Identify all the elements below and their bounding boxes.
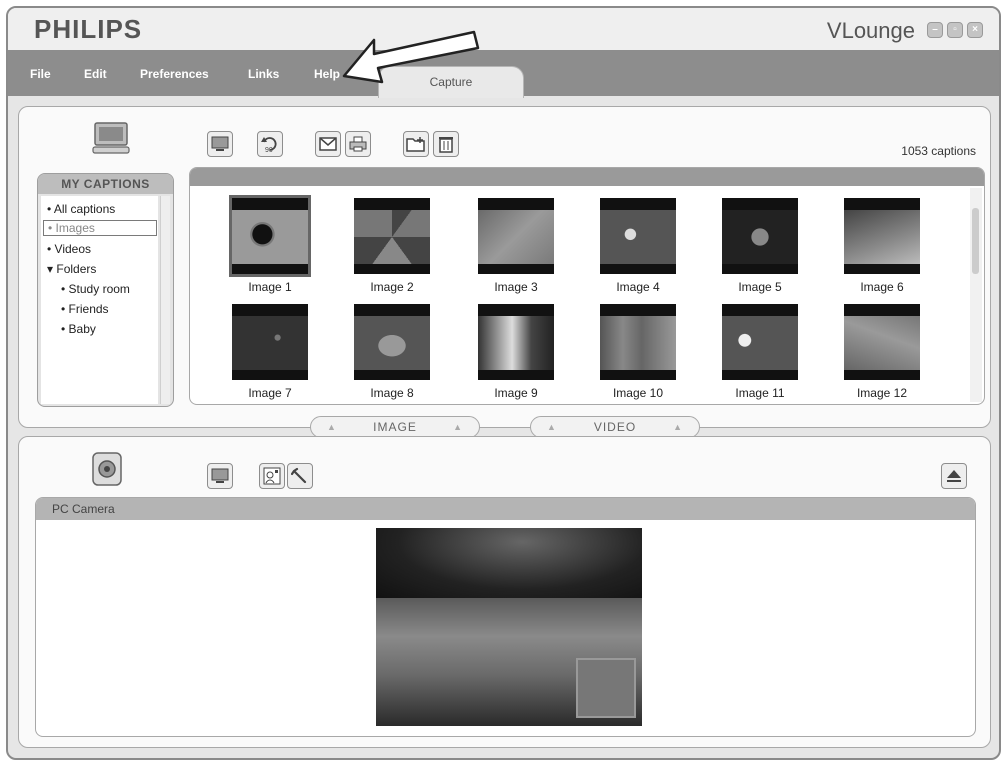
sidebar-item-study-room[interactable]: • Study room (61, 282, 130, 296)
thumbnail-caption: Image 6 (860, 280, 904, 294)
webcam-icon (92, 452, 122, 486)
delete-icon[interactable] (433, 131, 459, 157)
sidebar-item-videos[interactable]: • Videos (47, 242, 91, 256)
image-gallery: Image 1 Image 2 Image 3 Image 4 Image 5 … (189, 167, 985, 405)
thumbnail-caption: Image 7 (248, 386, 292, 400)
sidebar-item-baby[interactable]: • Baby (61, 322, 96, 336)
thumbnail-image-7[interactable] (232, 304, 308, 380)
email-icon[interactable] (315, 131, 341, 157)
thumbnail-caption: Image 10 (612, 386, 664, 400)
thumbnail-caption: Image 12 (856, 386, 908, 400)
thumbnail-image-3[interactable] (478, 198, 554, 274)
my-captions-sidebar: MY CAPTIONS • All captions • Images • Vi… (37, 173, 174, 407)
thumbnail-image-12[interactable] (844, 304, 920, 380)
thumbnail-caption: Image 2 (370, 280, 414, 294)
sidebar-item-images[interactable]: • Images (43, 220, 157, 236)
thumbnail-image-8[interactable] (354, 304, 430, 380)
camera-view-area: PC Camera (35, 497, 976, 737)
thumbnail-caption: Image 11 (735, 386, 785, 400)
thumbnail-caption: Image 1 (248, 280, 292, 294)
rotate-90-icon[interactable]: 90 (257, 131, 283, 157)
camera-title: PC Camera (36, 498, 975, 520)
eject-icon[interactable] (941, 463, 967, 489)
vlounge-window: PHILIPS VLounge – ▫ × File Edit Preferen… (6, 6, 1001, 760)
brand-logo: PHILIPS (34, 14, 143, 44)
title-bar: PHILIPS VLounge – ▫ × (8, 8, 999, 50)
menu-links[interactable]: Links (248, 67, 279, 81)
thumbnail-image-5[interactable] (722, 198, 798, 274)
app-title: VLounge (826, 18, 915, 43)
sidebar-title: MY CAPTIONS (38, 174, 173, 194)
camera-preview (376, 528, 642, 726)
thumbnail-image-11[interactable] (722, 304, 798, 380)
thumbnail-image-1[interactable] (229, 195, 311, 277)
captions-panel: 90 1053 captions MY CAPTIONS • All capti… (18, 106, 991, 428)
menu-help[interactable]: Help (314, 67, 340, 81)
tab-video-mode[interactable]: ▲ VIDEO ▲ (530, 416, 700, 438)
gallery-scroll-thumb[interactable] (972, 208, 979, 274)
captions-count: 1053 captions (901, 144, 976, 158)
thumbnail-caption: Image 9 (494, 386, 538, 400)
thumbnail-image-4[interactable] (600, 198, 676, 274)
thumbnail-caption: Image 8 (370, 386, 414, 400)
tab-image-mode[interactable]: ▲ IMAGE ▲ (310, 416, 480, 438)
monitor-icon[interactable] (207, 131, 233, 157)
sidebar-item-all-captions[interactable]: • All captions (47, 202, 115, 216)
image-settings-icon[interactable] (259, 463, 285, 489)
print-icon[interactable] (345, 131, 371, 157)
menu-preferences[interactable]: Preferences (140, 67, 209, 81)
minimize-icon[interactable]: – (927, 22, 943, 38)
thumbnail-caption: Image 3 (494, 280, 538, 294)
thumbnail-image-9[interactable] (478, 304, 554, 380)
gallery-header (190, 168, 984, 186)
new-folder-icon[interactable] (403, 131, 429, 157)
menu-edit[interactable]: Edit (84, 67, 107, 81)
thumbnail-image-10[interactable] (600, 304, 676, 380)
sidebar-item-folders[interactable]: ▾ Folders (47, 262, 96, 276)
monitor-icon[interactable] (207, 463, 233, 489)
thumbnail-image-2[interactable] (354, 198, 430, 274)
restore-icon[interactable]: ▫ (947, 22, 963, 38)
close-icon[interactable]: × (967, 22, 983, 38)
thumbnail-caption: Image 4 (616, 280, 660, 294)
sidebar-item-friends[interactable]: • Friends (61, 302, 109, 316)
wrench-icon[interactable] (287, 463, 313, 489)
menu-file[interactable]: File (30, 67, 51, 81)
svg-text:90: 90 (265, 147, 273, 154)
computer-icon (92, 122, 130, 154)
camera-panel: PC Camera (18, 436, 991, 748)
pointer-arrow-icon (342, 30, 480, 84)
gallery-scrollbar[interactable] (970, 188, 982, 402)
thumbnail-caption: Image 5 (738, 280, 782, 294)
sidebar-list: • All captions • Images • Videos ▾ Folde… (41, 196, 158, 404)
sidebar-scrollbar[interactable] (160, 196, 170, 404)
thumbnail-image-6[interactable] (844, 198, 920, 274)
